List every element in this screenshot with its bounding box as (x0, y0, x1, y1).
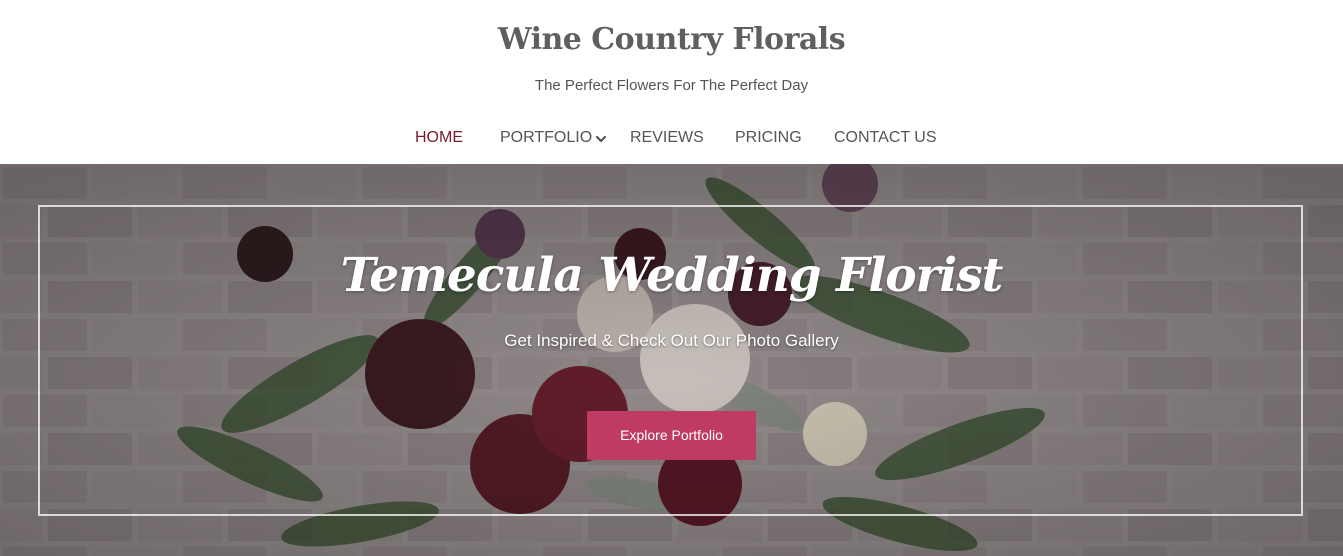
nav-item-home[interactable]: HOME (415, 126, 463, 150)
site-tagline: The Perfect Flowers For The Perfect Day (534, 77, 809, 94)
hero-heading: Temecula Wedding Florist (340, 248, 1004, 303)
nav-item-label: CONTACT US (834, 129, 937, 146)
nav-item-reviews[interactable]: REVIEWS (630, 126, 704, 150)
nav-item-portfolio[interactable]: PORTFOLIO (500, 126, 607, 150)
nav-item-label: HOME (415, 129, 463, 146)
site-title[interactable]: Wine Country Florals (0, 20, 1343, 60)
nav-item-contact-us[interactable]: CONTACT US (834, 126, 937, 150)
site-header: Wine Country Florals The Perfect Flowers… (0, 0, 1343, 164)
explore-portfolio-button[interactable]: Explore Portfolio (587, 411, 756, 460)
hero-banner: Temecula Wedding Florist Get Inspired & … (0, 164, 1343, 556)
main-navigation: HOME PORTFOLIO REVIEWS PRICING CONTACT U… (0, 126, 1343, 152)
nav-item-label: REVIEWS (630, 129, 704, 146)
nav-item-pricing[interactable]: PRICING (735, 126, 802, 150)
hero-subheading: Get Inspired & Check Out Our Photo Galle… (504, 331, 839, 350)
nav-item-label: PRICING (735, 129, 802, 146)
chevron-down-icon (596, 135, 607, 143)
nav-item-label: PORTFOLIO (500, 129, 593, 146)
